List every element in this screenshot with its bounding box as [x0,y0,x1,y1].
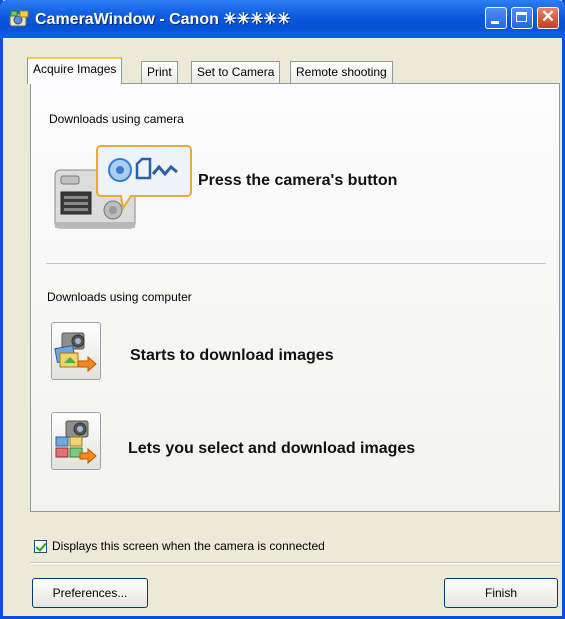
select-download-text[interactable]: Lets you select and download images [128,440,415,458]
window-title: CameraWindow - Canon ✳✳✳✳✳ [35,11,291,28]
tab-acquire-images[interactable]: Acquire Images [27,57,123,84]
tab-remote-shooting[interactable]: Remote shooting [290,61,393,83]
select-download-button[interactable] [51,412,101,470]
press-camera-button-text: Press the camera's button [198,172,398,189]
computer-section-label: Downloads using computer [47,290,192,304]
minimize-button[interactable] [485,7,507,29]
camera-section-label: Downloads using camera [49,112,184,126]
show-on-connect-checkbox[interactable] [34,540,47,553]
download-images-icon [54,332,97,373]
camerawindow-app-icon [9,10,29,27]
section-divider [46,263,546,264]
preferences-button[interactable]: Preferences... [32,578,148,608]
close-icon: ✕ [540,7,556,26]
tab-set-to-camera[interactable]: Set to Camera [191,61,281,83]
finish-button[interactable]: Finish [444,578,558,608]
tab-print[interactable]: Print [141,61,178,83]
camera-button-icon [54,145,192,229]
footer-separator [30,562,560,564]
camera-window: CameraWindow - Canon ✳✳✳✳✳ ✕ Acquire Ima… [0,0,565,619]
close-button[interactable]: ✕ [537,7,559,29]
starts-download-text[interactable]: Starts to download images [130,347,334,365]
maximize-button[interactable] [511,7,533,29]
show-on-connect-label[interactable]: Displays this screen when the camera is … [52,539,325,553]
download-all-button[interactable] [51,322,101,380]
select-download-icon [55,420,97,465]
title-bar[interactable]: CameraWindow - Canon ✳✳✳✳✳ ✕ [0,0,565,38]
